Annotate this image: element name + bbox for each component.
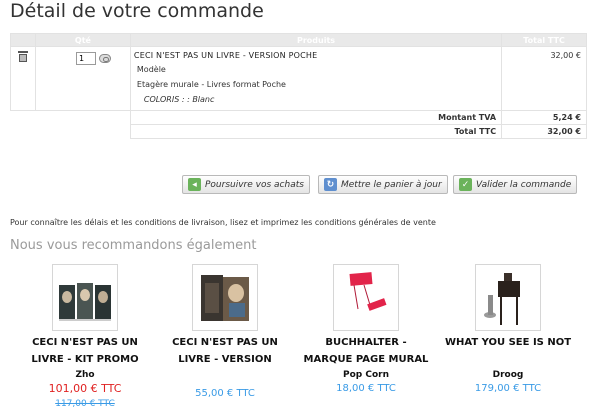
terms-notice-text: Pour connaître les délais et les conditi… <box>10 218 436 227</box>
product-name[interactable]: CECI N'EST PAS UN LIVRE - VERSION POCHE <box>134 51 498 60</box>
product-thumbnail[interactable] <box>333 264 399 331</box>
validate-order-button[interactable]: ✓ Valider la commande <box>453 175 578 194</box>
product-thumbnail[interactable] <box>192 264 258 331</box>
recommendation-price: 18,00 € TTC <box>336 383 396 394</box>
update-cart-button[interactable]: ↻ Mettre le panier à jour <box>318 175 448 194</box>
recommendation-price: 179,00 € TTC <box>474 383 542 394</box>
tva-label: Montant TVA <box>129 110 503 125</box>
continue-shopping-button[interactable]: ◂ Poursuivre vos achats <box>182 175 310 194</box>
recommendation-item[interactable]: CECI N'EST PAS UN LIVRE - VERSION 55,00 … <box>155 264 295 399</box>
header-product: Produits <box>129 33 503 47</box>
update-cart-label: Mettre le panier à jour <box>341 179 442 190</box>
recommendation-name-line1: CECI N'EST PAS UN <box>32 337 138 348</box>
recommendation-price: 55,00 € TTC <box>195 388 255 399</box>
header-delete <box>10 33 36 47</box>
table-row: CECI N'EST PAS UN LIVRE - VERSION POCHE … <box>10 46 587 111</box>
item-total: 32,00 € <box>501 46 587 111</box>
total-label: Total TTC <box>129 124 503 139</box>
product-thumbnail[interactable] <box>475 264 541 331</box>
delete-cell <box>10 46 36 111</box>
terms-notice[interactable]: Pour connaître les délais et les conditi… <box>10 218 436 227</box>
cart-header-row: Qté Produits Total TTC <box>10 33 587 47</box>
model-label: Modèle <box>136 65 166 74</box>
recommendation-name-line2: LIVRE - VERSION <box>178 354 272 365</box>
recommendation-name-line1: CECI N'EST PAS UN <box>172 337 278 348</box>
recommendation-brand: Droog <box>492 370 524 380</box>
recommendation-item[interactable]: CECI N'EST PAS UN LIVRE - KIT PROMO Zho … <box>15 264 155 409</box>
product-cell: CECI N'EST PAS UN LIVRE - VERSION POCHE … <box>129 46 503 111</box>
product-thumbnail[interactable] <box>52 264 118 331</box>
recommendation-brand: Zho <box>75 370 95 380</box>
tva-row: Montant TVA 5,24 € <box>11 110 587 125</box>
total-row: Total TTC 32,00 € <box>11 124 587 139</box>
recommendation-old-price: 117,00 € TTC <box>55 399 115 409</box>
tva-value: 5,24 € <box>501 110 587 125</box>
model-value: Etagère murale - Livres format Poche <box>136 80 286 89</box>
trash-icon[interactable] <box>17 51 28 62</box>
refresh-quantity-icon[interactable] <box>98 54 111 63</box>
total-value: 32,00 € <box>501 124 587 139</box>
recommendation-name-line1: BUCHHALTER - <box>325 337 407 348</box>
recommendation-name-line1: WHAT YOU SEE IS NOT <box>444 337 572 348</box>
recommendation-item[interactable]: BUCHHALTER - MARQUE PAGE MURAL Pop Corn … <box>296 264 436 394</box>
back-arrow-icon: ◂ <box>188 178 201 191</box>
recommendation-name-line2: LIVRE - KIT PROMO <box>31 354 139 365</box>
continue-shopping-label: Poursuivre vos achats <box>205 179 304 190</box>
page-title: Détail de votre commande <box>10 0 264 22</box>
cart-table: Qté Produits Total TTC CECI N'EST PAS UN… <box>10 33 587 139</box>
recommendation-price: 101,00 € TTC <box>48 382 122 395</box>
recommendation-item[interactable]: WHAT YOU SEE IS NOT Droog 179,00 € TTC <box>438 264 578 394</box>
qty-cell <box>34 46 131 111</box>
validate-order-label: Valider la commande <box>476 179 572 190</box>
recommendation-brand <box>155 370 295 385</box>
check-icon: ✓ <box>459 178 472 191</box>
product-attribute: COLORIS : : Blanc <box>143 95 215 104</box>
recommendation-brand: Pop Corn <box>343 370 389 380</box>
recommendation-name-line2: MARQUE PAGE MURAL <box>303 354 429 365</box>
recommendation-name-line2 <box>438 352 578 367</box>
refresh-icon: ↻ <box>324 178 337 191</box>
recommendations-title: Nous vous recommandons également <box>10 238 257 253</box>
quantity-input[interactable] <box>75 52 96 65</box>
header-qty: Qté <box>34 33 131 47</box>
header-total: Total TTC <box>501 33 587 47</box>
